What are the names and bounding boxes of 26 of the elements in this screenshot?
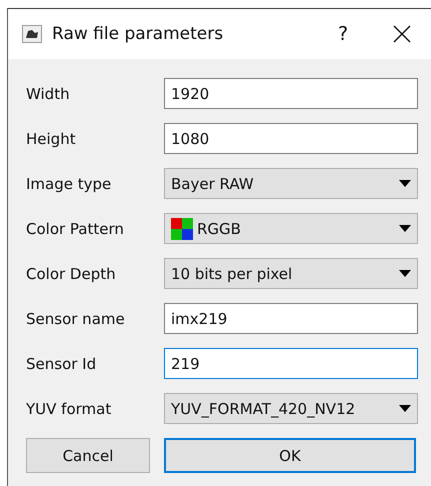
caret-icon (399, 405, 411, 412)
field-label: Sensor Id (26, 354, 98, 372)
input-field[interactable]: 1080 (164, 123, 418, 154)
window-title: Raw file parameters (52, 24, 224, 44)
caret-icon (399, 225, 411, 232)
close-icon (393, 25, 411, 43)
input-field[interactable]: imx219 (164, 303, 418, 334)
caret-icon (399, 270, 411, 277)
help-button[interactable]: ? (313, 14, 373, 54)
field-label: Image type (26, 174, 112, 192)
input-field[interactable]: 219 (164, 348, 418, 379)
ok-button[interactable]: OK (164, 438, 416, 473)
dropdown[interactable]: RGGB (164, 213, 418, 244)
input-field[interactable]: 1920 (164, 78, 418, 109)
caret-icon (399, 180, 411, 187)
app-icon (22, 25, 42, 43)
field-label: Height (26, 130, 77, 148)
field-label: Width (26, 84, 71, 102)
dropdown[interactable]: 10 bits per pixel (164, 258, 418, 289)
field-label: Color Depth (26, 264, 117, 282)
dropdown[interactable]: Bayer RAW (164, 168, 418, 199)
field-label: YUV format (26, 400, 112, 418)
dropdown[interactable]: YUV_FORMAT_420_NV12 (164, 393, 418, 424)
field-label: Sensor name (26, 310, 126, 328)
cancel-button[interactable]: Cancel (26, 438, 150, 473)
field-label: Color Pattern (26, 220, 125, 238)
